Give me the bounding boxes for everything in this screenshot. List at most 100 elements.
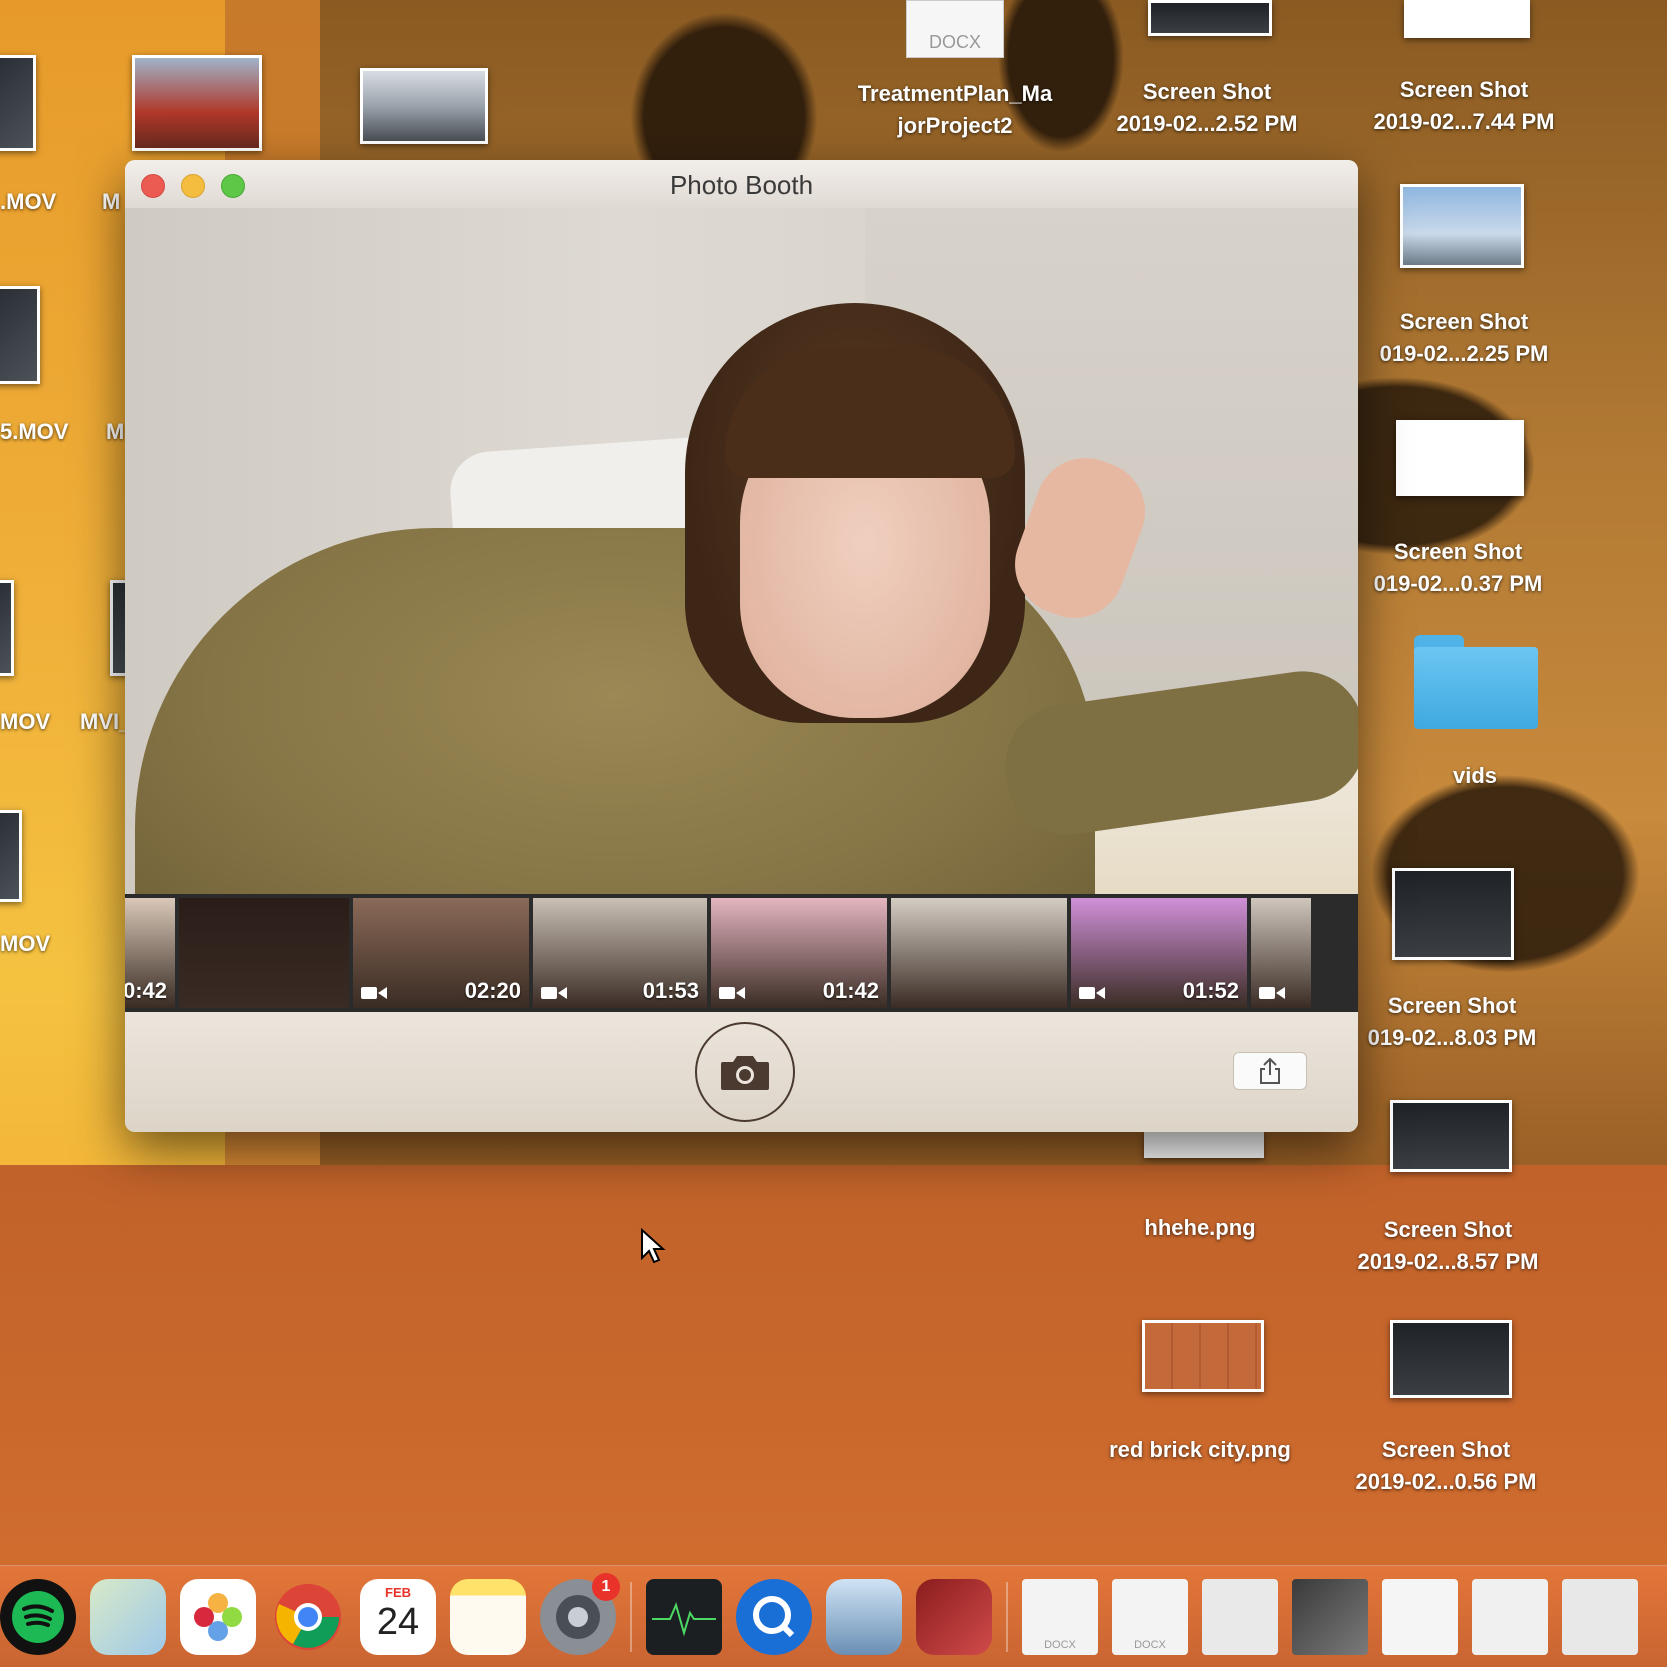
desktop-file-label[interactable]: Screen Shot 2019-02...8.57 PM: [1320, 1214, 1576, 1278]
file-name-line2: 2019-02...7.44 PM: [1373, 109, 1555, 134]
file-name-line2: 2019-02...8.57 PM: [1357, 1249, 1539, 1274]
folder-body: [1414, 647, 1538, 729]
camera-icon: [721, 1056, 769, 1090]
folder-icon[interactable]: [1414, 635, 1538, 729]
desktop-file-label[interactable]: .MOV: [0, 186, 70, 218]
docx-label: DOCX: [928, 32, 981, 52]
file-name-line1: Screen Shot: [1381, 1437, 1511, 1462]
desktop-file-thumb[interactable]: [0, 55, 36, 151]
desktop-file-label[interactable]: Screen Shot 019-02...0.37 PM: [1330, 536, 1586, 600]
desktop-file-label[interactable]: Screen Shot 019-02...8.03 PM: [1324, 990, 1580, 1054]
image-thumb[interactable]: [1144, 1130, 1264, 1158]
file-name-line1: Screen Shot: [1399, 309, 1529, 334]
file-name-line2: 019-02...0.37 PM: [1373, 571, 1543, 596]
notes-app-icon[interactable]: [450, 1578, 526, 1655]
video-camera-icon: [719, 987, 745, 999]
filmstrip-thumbnail[interactable]: [1251, 898, 1311, 1008]
image-thumb[interactable]: [1142, 1320, 1264, 1392]
docx-document-icon[interactable]: DOCX: [1112, 1578, 1188, 1655]
desktop-file-label[interactable]: hhehe.png: [1100, 1212, 1300, 1244]
file-name-line1: TreatmentPlan_Ma: [857, 81, 1053, 106]
file-name-line2: 2019-02...0.56 PM: [1355, 1469, 1537, 1494]
screenshot-thumb[interactable]: [1404, 0, 1530, 38]
desktop-file-label[interactable]: MOV: [0, 928, 60, 960]
filmstrip-thumbnail[interactable]: 01:53: [533, 898, 707, 1008]
system-preferences-app-icon[interactable]: 1: [540, 1572, 620, 1655]
screenshot-thumb[interactable]: [1396, 420, 1524, 496]
video-camera-icon: [541, 987, 567, 999]
share-button[interactable]: [1233, 1052, 1307, 1090]
desktop-file-thumb[interactable]: [132, 55, 262, 151]
calendar-app-icon[interactable]: FEB 24: [360, 1578, 436, 1655]
document-stack-icon[interactable]: [1562, 1578, 1638, 1655]
video-duration: 02:20: [464, 978, 521, 1003]
desktop-file-label[interactable]: Screen Shot 019-02...2.25 PM: [1336, 306, 1592, 370]
desktop-file-thumb[interactable]: [360, 68, 488, 144]
folder-label[interactable]: vids: [1420, 760, 1530, 792]
video-duration: 01:42: [822, 978, 879, 1003]
desktop-file-label[interactable]: Screen Shot 2019-02...7.44 PM: [1336, 74, 1592, 138]
calendar-month: FEB: [385, 1584, 411, 1600]
filmstrip-thumbnail[interactable]: 01:42: [711, 898, 887, 1008]
desktop-file-label[interactable]: red brick city.png: [1080, 1434, 1320, 1466]
file-name-line1: Screen Shot: [1399, 77, 1529, 102]
activity-monitor-app-icon[interactable]: [646, 1578, 722, 1655]
file-name-line2: 019-02...2.25 PM: [1379, 341, 1549, 366]
dock-separator: [630, 1581, 632, 1652]
screenshot-thumb[interactable]: [1392, 868, 1514, 960]
file-name-line1: Screen Shot: [1142, 79, 1272, 104]
screenshot-thumb[interactable]: [1390, 1100, 1512, 1172]
photo-booth-window: Photo Booth 0:42 02:20 01:53 01:42 01:52: [125, 160, 1358, 1132]
file-name-line2: jorProject2: [897, 113, 1013, 138]
filmstrip-thumbnail[interactable]: 0:42: [125, 898, 175, 1008]
video-duration: 01:52: [1182, 978, 1239, 1003]
file-name-line1: Screen Shot: [1387, 993, 1517, 1018]
desktop-file-label[interactable]: 5.MOV: [0, 416, 76, 448]
desktop-file-thumb[interactable]: [0, 286, 40, 384]
desktop-file-label[interactable]: Screen Shot 2019-02...0.56 PM: [1318, 1434, 1574, 1498]
desktop-file-label[interactable]: Screen Shot 2019-02...2.52 PM: [1082, 76, 1332, 140]
screenshot-thumb[interactable]: [1400, 184, 1524, 268]
window-title: Photo Booth: [669, 170, 814, 200]
docx-label: DOCX: [1044, 1638, 1076, 1651]
app-grid-stack-icon[interactable]: [1202, 1578, 1278, 1655]
downloads-stack-icon[interactable]: [1472, 1578, 1548, 1655]
screenshot-thumb[interactable]: [1390, 1320, 1512, 1398]
filmstrip-thumbnail[interactable]: [891, 898, 1067, 1008]
file-name-line1: Screen Shot: [1393, 539, 1523, 564]
filmstrip-thumbnail[interactable]: [179, 898, 349, 1008]
chrome-app-icon[interactable]: [270, 1579, 346, 1655]
photo-booth-app-icon[interactable]: [916, 1578, 992, 1655]
preview-app-icon[interactable]: [826, 1578, 902, 1655]
desktop-file-label[interactable]: MOV: [0, 706, 60, 738]
maps-app-icon[interactable]: [90, 1578, 166, 1655]
mouse-cursor-icon: [641, 1228, 666, 1264]
image-stack-icon[interactable]: [1292, 1578, 1368, 1655]
desktop-file-thumb[interactable]: [0, 810, 22, 902]
spotify-app-icon[interactable]: [0, 1578, 76, 1655]
notification-badge: 1: [592, 1572, 620, 1601]
file-name-line2: 2019-02...2.52 PM: [1116, 111, 1298, 136]
window-titlebar[interactable]: Photo Booth: [125, 160, 1358, 209]
screenshot-stack-icon[interactable]: [1382, 1578, 1458, 1655]
docx-label: DOCX: [1134, 1638, 1166, 1651]
docx-document-icon[interactable]: DOCX: [1022, 1578, 1098, 1655]
docx-file-icon[interactable]: DOCX: [906, 0, 1004, 58]
video-camera-icon: [1259, 987, 1285, 999]
video-duration: 0:42: [125, 978, 167, 1003]
camera-preview: [125, 208, 1358, 894]
dock: FEB 24 1 DOCX DOCX: [0, 1565, 1667, 1667]
desktop-file-label[interactable]: TreatmentPlan_Ma jorProject2: [830, 78, 1080, 142]
take-photo-button[interactable]: [695, 1022, 795, 1122]
filmstrip-thumbnail[interactable]: 02:20: [353, 898, 529, 1008]
screenshot-thumb[interactable]: [1148, 0, 1272, 36]
desktop-file-thumb[interactable]: [0, 580, 14, 676]
share-icon: [1260, 1057, 1280, 1084]
video-camera-icon: [361, 987, 387, 999]
quicktime-app-icon[interactable]: [736, 1578, 812, 1655]
filmstrip-thumbnail[interactable]: 01:52: [1071, 898, 1247, 1008]
photos-app-icon[interactable]: [180, 1578, 256, 1655]
photo-filmstrip: 0:42 02:20 01:53 01:42 01:52: [125, 894, 1358, 1012]
dock-separator: [1006, 1581, 1008, 1652]
file-name-line1: Screen Shot: [1383, 1217, 1513, 1242]
